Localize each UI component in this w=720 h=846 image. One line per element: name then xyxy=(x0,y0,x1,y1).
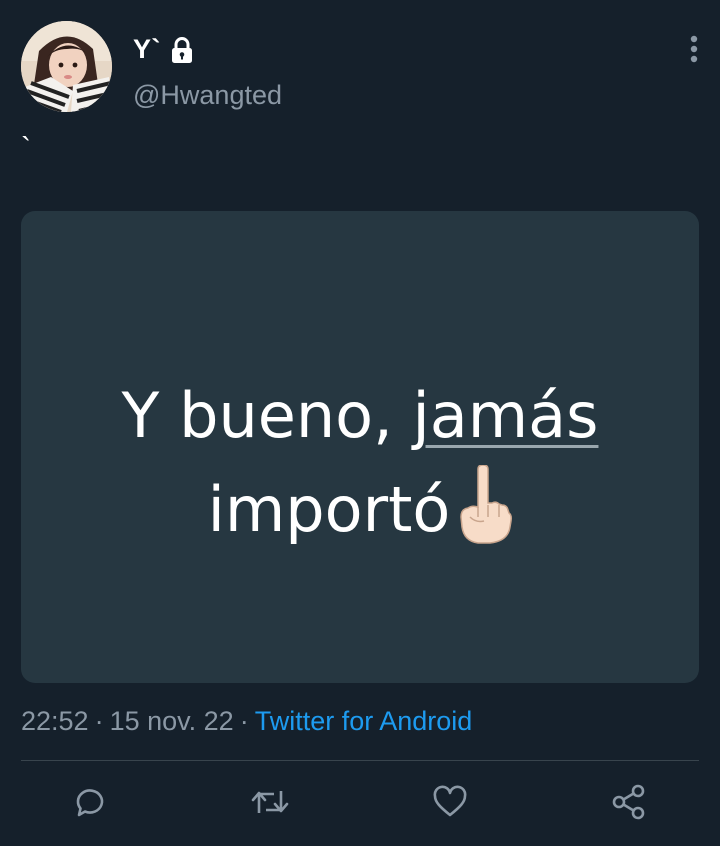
tweet-meta: 22:52 · 15 nov. 22 · Twitter for Android xyxy=(21,706,472,737)
like-button[interactable] xyxy=(430,782,470,822)
lock-icon xyxy=(172,36,192,63)
divider xyxy=(21,760,699,761)
avatar-photo xyxy=(21,21,112,112)
reply-icon xyxy=(76,789,104,817)
share-icon xyxy=(612,784,645,820)
tweet-date: 15 nov. 22 xyxy=(109,706,234,736)
retweet-icon xyxy=(251,791,289,813)
tweet-text: ` xyxy=(21,132,31,165)
avatar[interactable] xyxy=(21,21,112,112)
name-row: Y` xyxy=(133,34,195,65)
tweet: Y` @Hwangted ` Y bueno, jamás importó 22… xyxy=(0,0,720,846)
meta-separator: · xyxy=(239,706,249,736)
media-line-2: importó xyxy=(21,463,699,557)
tweet-source-link[interactable]: Twitter for Android xyxy=(255,706,473,736)
media-image-text: Y bueno, jamás importó xyxy=(21,369,699,557)
handle[interactable]: @Hwangted xyxy=(133,80,282,111)
more-vertical-icon xyxy=(690,35,698,63)
media-line-1-prefix: Y bueno, xyxy=(121,379,413,452)
media-line-1: Y bueno, jamás xyxy=(21,369,699,463)
pointing-up-finger-icon xyxy=(460,465,513,544)
tweet-time: 22:52 xyxy=(21,706,89,736)
media-line-2-text: importó xyxy=(207,473,451,546)
heart-icon xyxy=(433,785,467,817)
display-name[interactable]: Y` xyxy=(133,34,161,65)
share-button[interactable] xyxy=(609,782,649,822)
retweet-button[interactable] xyxy=(250,782,290,822)
meta-separator: · xyxy=(94,706,104,736)
media-underlined-word: jamás xyxy=(412,379,599,452)
reply-button[interactable] xyxy=(70,782,110,822)
more-options-button[interactable] xyxy=(680,34,708,64)
media-card[interactable]: Y bueno, jamás importó xyxy=(21,211,699,683)
